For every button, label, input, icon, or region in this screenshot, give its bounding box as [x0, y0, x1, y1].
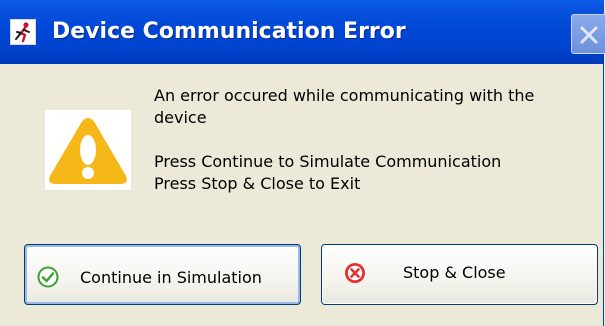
- continue-in-simulation-button[interactable]: Continue in Simulation: [24, 244, 301, 305]
- close-button[interactable]: [571, 14, 605, 54]
- window-title: Device Communication Error: [52, 19, 406, 44]
- warning-icon: [45, 110, 131, 190]
- message-line-1: An error occured while communicating wit…: [154, 86, 535, 127]
- stop-and-close-button[interactable]: Stop & Close: [321, 244, 598, 305]
- message-line-3: Press Stop & Close to Exit: [154, 174, 361, 193]
- error-message: An error occured while communicating wit…: [154, 85, 574, 195]
- running-figure-icon: [10, 19, 36, 45]
- stop-label: Stop & Close: [403, 263, 506, 282]
- continue-label: Continue in Simulation: [80, 268, 262, 287]
- title-bar[interactable]: Device Communication Error: [0, 0, 605, 64]
- message-line-2: Press Continue to Simulate Communication: [154, 152, 502, 171]
- close-icon: [580, 26, 598, 44]
- error-x-icon: [344, 262, 366, 284]
- check-circle-icon: [37, 266, 59, 288]
- error-dialog: Device Communication Error An error occu…: [0, 0, 605, 326]
